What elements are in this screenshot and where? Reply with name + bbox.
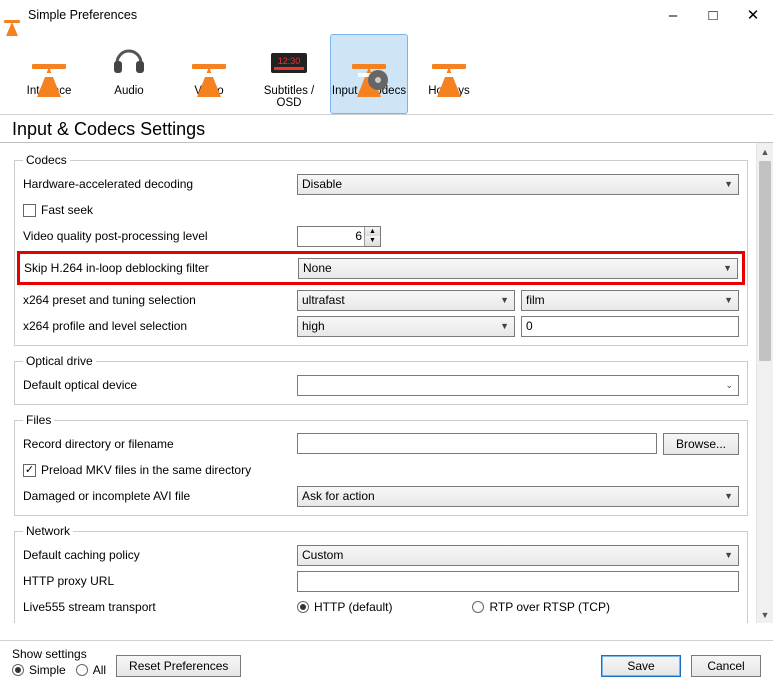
http-proxy-label: HTTP proxy URL [23,574,291,588]
window-title: Simple Preferences [28,8,653,22]
chevron-down-icon: ▼ [724,295,733,305]
cache-policy-label: Default caching policy [23,548,291,562]
x264-preset-label: x264 preset and tuning selection [23,293,291,307]
checkbox-box: ✓ [23,464,36,477]
cone-icon [437,55,461,67]
category-tabs: Interface Audio Video 12:30 Subtitles / … [0,30,773,115]
fast-seek-checkbox[interactable]: Fast seek [23,203,93,217]
maximize-button[interactable]: □ [693,0,733,30]
headphones-icon [109,43,149,79]
vertical-scrollbar[interactable]: ▲ ▼ [756,143,773,623]
preload-mkv-label: Preload MKV files in the same directory [41,463,251,477]
damaged-avi-label: Damaged or incomplete AVI file [23,489,291,503]
spinner-buttons[interactable]: ▲▼ [364,227,380,246]
tab-video[interactable]: Video [170,34,248,114]
page-heading: Input & Codecs Settings [0,115,773,143]
group-legend: Optical drive [23,354,96,368]
chevron-down-icon: ▼ [723,263,732,273]
scroll-down-arrow[interactable]: ▼ [757,606,773,623]
subtitles-icon: 12:30 [267,43,311,79]
fast-seek-label: Fast seek [41,203,93,217]
cone-icon [37,55,61,67]
highlighted-setting: Skip H.264 in-loop deblocking filter Non… [17,251,745,285]
footer: Show settings Simple All Reset Preferenc… [0,640,773,687]
tab-audio[interactable]: Audio [90,34,168,114]
group-legend: Files [23,413,54,427]
app-icon [6,8,22,22]
minimize-button[interactable]: – [653,0,693,30]
chevron-down-icon: ▼ [500,295,509,305]
checkbox-box [23,204,36,217]
scroll-thumb[interactable] [759,161,771,361]
chevron-down-icon: ▼ [500,321,509,331]
damaged-avi-dropdown[interactable]: Ask for action▼ [297,486,739,507]
group-network: Network Default caching policy Custom▼ H… [14,524,748,623]
live555-rtp-radio[interactable]: RTP over RTSP (TCP) [472,600,609,614]
skip-deblock-dropdown[interactable]: None▼ [298,258,738,279]
chevron-down-icon: ▼ [724,179,733,189]
tab-hotkeys[interactable]: Hotkeys [410,34,488,114]
x264-tune-dropdown[interactable]: film▼ [521,290,739,311]
cancel-button[interactable]: Cancel [691,655,761,677]
x264-profile-dropdown[interactable]: high▼ [297,316,515,337]
browse-button[interactable]: Browse... [663,433,739,455]
hw-decoding-dropdown[interactable]: Disable▼ [297,174,739,195]
cone-icon [197,55,221,67]
hw-decoding-label: Hardware-accelerated decoding [23,177,291,191]
cache-policy-dropdown[interactable]: Custom▼ [297,545,739,566]
show-all-radio[interactable]: All [76,663,106,677]
radio-dot [472,601,484,613]
tab-label: Audio [91,85,167,97]
postproc-label: Video quality post-processing level [23,229,291,243]
postproc-input[interactable]: 6 ▲▼ [297,226,381,247]
radio-dot [76,664,88,676]
group-codecs: Codecs Hardware-accelerated decoding Dis… [14,153,748,346]
chevron-down-icon: ▼ [724,550,733,560]
x264-preset-dropdown[interactable]: ultrafast▼ [297,290,515,311]
reset-button[interactable]: Reset Preferences [116,655,241,677]
group-optical: Optical drive Default optical device ⌄ [14,354,748,405]
preload-mkv-checkbox[interactable]: ✓ Preload MKV files in the same director… [23,463,251,477]
close-button[interactable]: ✕ [733,0,773,30]
tab-interface[interactable]: Interface [10,34,88,114]
save-button[interactable]: Save [601,655,681,677]
chevron-down-icon: ⌄ [725,380,733,391]
http-proxy-input[interactable] [297,571,739,592]
cone-disc-icon [357,55,381,67]
x264-profile-label: x264 profile and level selection [23,319,291,333]
optical-device-label: Default optical device [23,378,291,392]
chevron-down-icon: ▼ [724,491,733,501]
optical-device-dropdown[interactable]: ⌄ [297,375,739,396]
show-settings-label: Show settings [12,647,106,661]
title-bar: Simple Preferences – □ ✕ [0,0,773,30]
x264-level-input[interactable]: 0 [521,316,739,337]
record-dir-label: Record directory or filename [23,437,291,451]
record-dir-input[interactable] [297,433,657,454]
svg-text:12:30: 12:30 [278,56,301,66]
radio-dot [297,601,309,613]
tab-label: Subtitles / OSD [251,85,327,109]
group-legend: Network [23,524,73,538]
group-legend: Codecs [23,153,70,167]
skip-deblock-label: Skip H.264 in-loop deblocking filter [24,261,292,275]
tab-subtitles[interactable]: 12:30 Subtitles / OSD [250,34,328,114]
live555-http-radio[interactable]: HTTP (default) [297,600,392,614]
show-simple-radio[interactable]: Simple [12,663,66,677]
group-files: Files Record directory or filename Brows… [14,413,748,516]
scroll-up-arrow[interactable]: ▲ [757,143,773,160]
show-settings: Show settings Simple All [12,647,106,677]
tab-input-codecs[interactable]: Input / Codecs [330,34,408,114]
live555-label: Live555 stream transport [23,600,291,614]
radio-dot [12,664,24,676]
settings-content: Codecs Hardware-accelerated decoding Dis… [0,143,756,623]
